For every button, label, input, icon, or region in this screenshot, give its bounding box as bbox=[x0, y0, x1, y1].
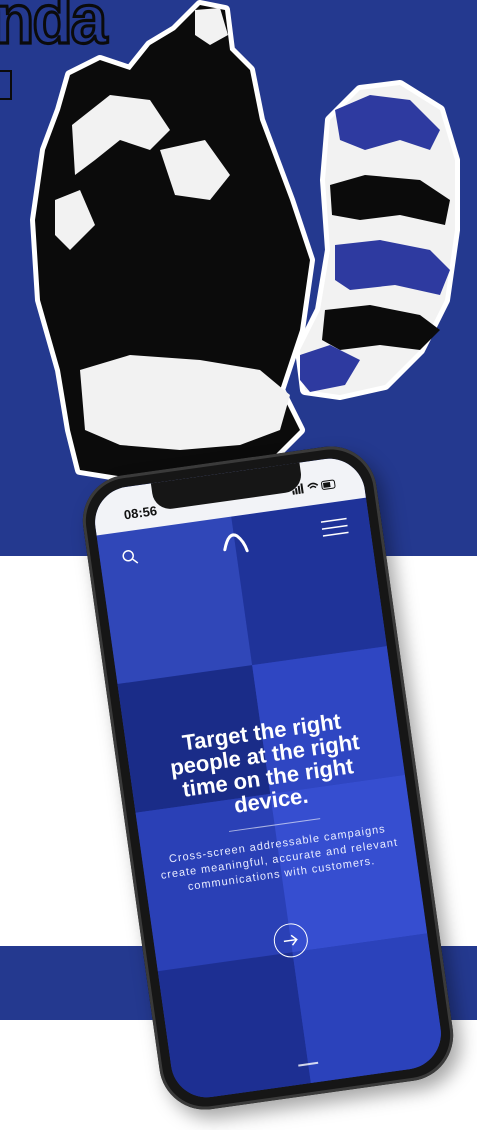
hamburger-menu-icon[interactable] bbox=[320, 517, 349, 538]
arrow-right-icon bbox=[283, 934, 298, 946]
photo-tile bbox=[292, 933, 446, 1091]
photo-tile bbox=[157, 952, 312, 1102]
raccoon-mascot-illustration bbox=[30, 0, 460, 485]
search-icon[interactable] bbox=[121, 548, 139, 566]
photo-tile bbox=[231, 497, 387, 666]
arrow-right-button[interactable] bbox=[271, 921, 311, 960]
brand-logo-icon[interactable] bbox=[218, 524, 252, 558]
